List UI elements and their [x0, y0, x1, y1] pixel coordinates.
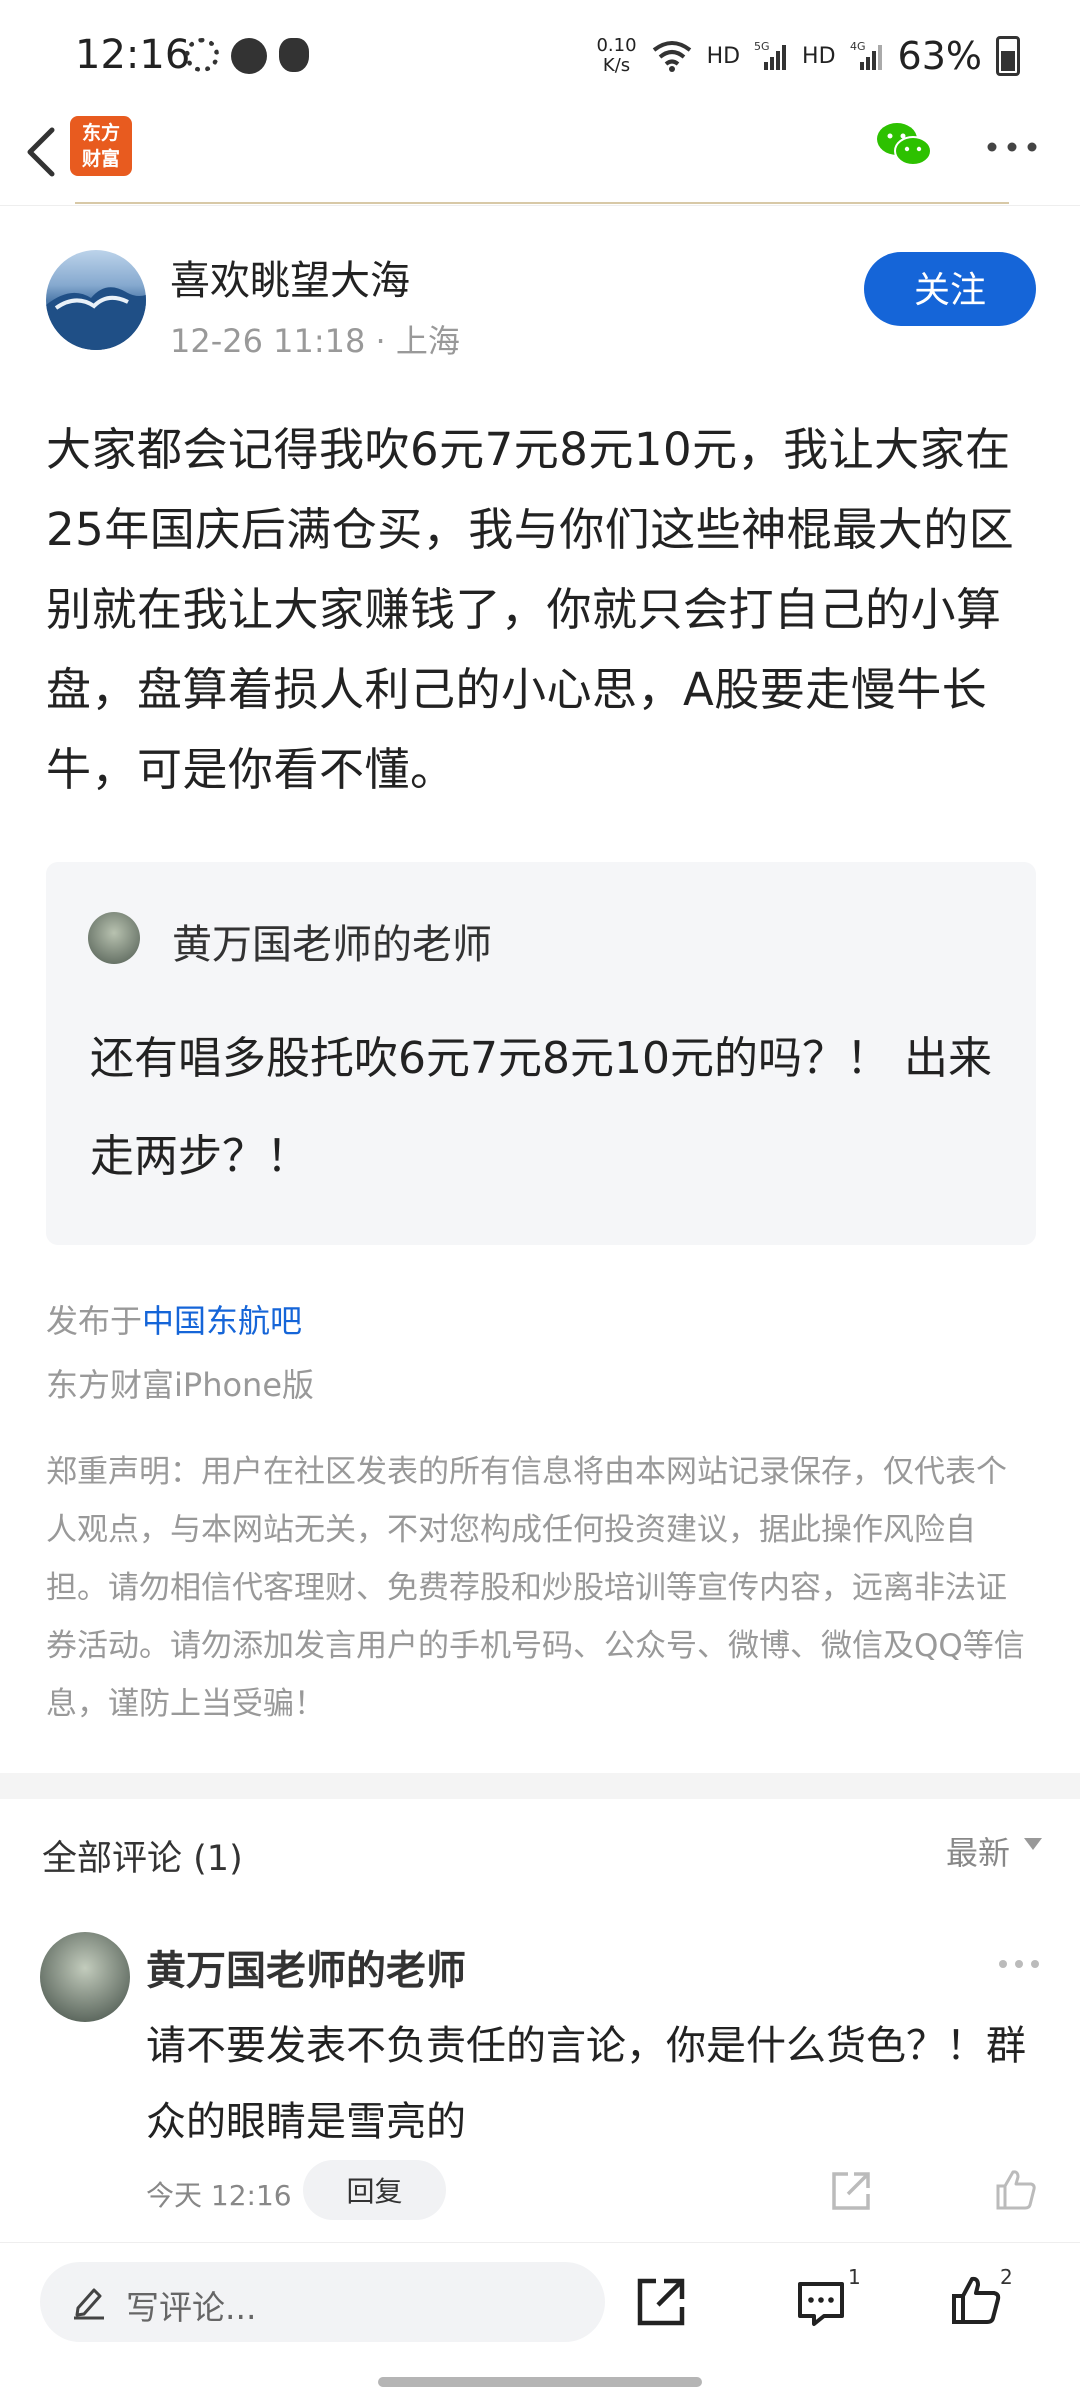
chevron-down-icon[interactable]: [1024, 1838, 1042, 1850]
comment-input-placeholder[interactable]: 写评论...: [126, 2281, 256, 2329]
app-logo: 东方 财富: [70, 116, 132, 176]
svg-text:4G: 4G: [850, 40, 866, 53]
comment-time: 今天 12:16: [146, 2179, 292, 2212]
wechat-icon[interactable]: [874, 120, 934, 170]
comments-count: (1): [193, 1839, 243, 1879]
quote-author-name: 黄万国老师的老师: [172, 922, 492, 968]
disclaimer: 郑重声明：用户在社区发表的所有信息将由本网站记录保存，仅代表个人观点，与本网站无…: [46, 1454, 1025, 1722]
battery-icon: [996, 36, 1020, 76]
commenter-avatar[interactable]: [40, 1932, 130, 2022]
commenter-name[interactable]: 黄万国老师的老师: [146, 1938, 466, 1996]
like-count: 2: [1000, 2265, 1013, 2289]
net-speed: 0.10 K/s: [596, 35, 637, 76]
like-icon[interactable]: [950, 2274, 1002, 2326]
status-bar: 12:16 0.10 K/s HD 5G HD 4G 63%: [0, 0, 1080, 115]
platform-label: 东方财富iPhone版: [46, 1366, 315, 1404]
sort-dropdown[interactable]: 最新: [946, 1828, 1010, 1874]
nav-divider: [0, 205, 1080, 206]
status-icons: [185, 38, 309, 74]
comment-input[interactable]: [40, 2262, 605, 2342]
post-body: 大家都会记得我吹6元7元8元10元，我让大家在25年国庆后满仓买，我与你们这些神…: [46, 423, 1015, 796]
signal-4g-icon: 4G: [850, 40, 882, 70]
bottom-divider: [0, 2242, 1080, 2243]
status-time: 12:16: [75, 32, 191, 78]
comment-more-icon[interactable]: [998, 1958, 1040, 1970]
account-icon: [231, 38, 267, 74]
back-icon[interactable]: [22, 122, 62, 182]
posted-in-prefix: 发布于: [46, 1302, 143, 1340]
wifi-icon: [652, 41, 691, 72]
quote-avatar: [88, 912, 140, 964]
post-meta: 12-26 11:18 · 上海: [170, 322, 460, 360]
comments-title: 全部评论 (1): [42, 1839, 243, 1879]
wave-image: [46, 287, 146, 350]
section-divider: [0, 1773, 1080, 1799]
posted-in: 发布于中国东航吧: [46, 1296, 302, 1342]
svg-text:5G: 5G: [754, 40, 770, 53]
author-name[interactable]: 喜欢眺望大海: [170, 248, 410, 306]
author-avatar[interactable]: [46, 250, 146, 350]
more-icon[interactable]: [986, 140, 1038, 154]
battery-percent: 63%: [897, 34, 982, 78]
quote-text: 还有唱多股托吹6元7元8元10元的吗？！ 出来走两步？！: [90, 1033, 992, 1182]
hd-label-1: HD: [706, 43, 741, 69]
gesture-bar[interactable]: [378, 2377, 702, 2387]
share-icon[interactable]: [634, 2275, 688, 2329]
pencil-icon: [74, 2288, 104, 2320]
bar-link[interactable]: 中国东航吧: [142, 1302, 302, 1340]
comment-icon[interactable]: [796, 2278, 846, 2328]
qq-icon: [279, 38, 309, 72]
comment-count: 1: [848, 2265, 861, 2289]
signal-5g-icon: 5G: [754, 40, 787, 70]
comment-share-icon[interactable]: [830, 2170, 872, 2212]
nav-accent-line: [75, 202, 1009, 204]
hd-label-2: HD: [802, 43, 836, 69]
comment-text: 请不要发表不负责任的言论，你是什么货色？！群众的眼睛是雪亮的: [146, 2023, 1026, 2145]
brightness-icon: [185, 38, 219, 72]
follow-button[interactable]: 关注: [864, 252, 1036, 326]
comment-like-icon[interactable]: [994, 2168, 1038, 2212]
status-right: 0.10 K/s HD 5G HD 4G 63%: [596, 34, 1020, 78]
reply-button[interactable]: 回复: [303, 2160, 446, 2220]
